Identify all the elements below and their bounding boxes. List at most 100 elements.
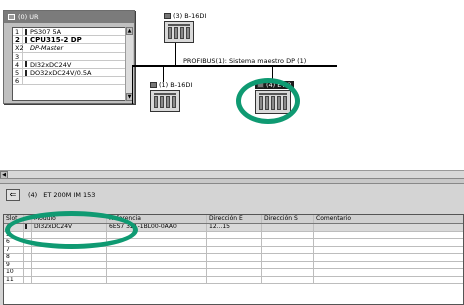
cell-reference [107,246,207,253]
cell-module [32,276,107,283]
cell-slot: 7 [4,246,24,253]
table-row[interactable]: 10 [4,269,463,277]
cell-slot: 11 [4,276,24,283]
cell-comment [314,224,463,231]
cell-input-address [207,269,262,276]
cell-output-address [262,231,314,238]
table-row[interactable]: 8 [4,254,463,262]
cell-marker [24,269,32,276]
rack-slot-row[interactable]: 1 PS307 5A [13,28,129,37]
cell-input-address [207,246,262,253]
dp-slave-node-3[interactable]: (3) B-16DI [164,12,206,43]
cell-input-address [207,239,262,246]
cell-module [32,261,107,268]
slot-module [28,53,129,60]
cell-comment [314,239,463,246]
highlight-circle [5,211,138,249]
cell-module [32,269,107,276]
central-rack-window[interactable]: (0) UR 1 PS307 5A 2 CPU315-2 DP X2 DP-Ma… [3,10,135,104]
cell-marker [24,276,32,283]
rack-slot-table: 1 PS307 5A 2 CPU315-2 DP X2 DP-Master 3 [12,27,130,101]
bus-drop-line [163,66,164,82]
rack-icon [8,14,15,20]
rack-slot-row[interactable]: 5 DO32xDC24V/0.5A [13,68,129,78]
cell-input-address [207,254,262,261]
hardware-config-window: (0) UR 1 PS307 5A 2 CPU315-2 DP X2 DP-Ma… [0,0,464,305]
cell-comment [314,262,463,269]
rack-slot-row[interactable]: 6 [13,77,129,86]
rack-slot-row[interactable]: 2 CPU315-2 DP [13,36,129,45]
slot-module: CPU315-2 DP [30,36,82,45]
cell-slot: 10 [4,269,24,276]
cell-marker [24,254,32,261]
station-title: (4) ET 200M IM 153 [28,191,95,199]
station-name: ET 200M IM 153 [43,191,96,199]
cell-comment [314,277,463,284]
cell-output-address [262,224,314,231]
node-label: (3) B-16DI [164,12,206,20]
slot-module [28,77,129,84]
io-device-icon [150,90,180,112]
slot-number: X2 [15,44,24,53]
dp-slave-node-1[interactable]: (1) B-16DI [150,81,192,112]
master-drop-line [132,66,133,104]
cell-output-address [262,254,314,261]
cell-marker [24,246,32,253]
rack-slot-row[interactable]: 4 DI32xDC24V [13,60,129,69]
rack-slot-row[interactable]: X2 DP-Master [13,44,129,53]
slot-number: 1 [13,28,23,36]
cell-input-address [207,231,262,238]
station-slot-ref: (4) [28,191,38,199]
node-label: (1) B-16DI [150,81,192,89]
node-1-name: (1) B-16DI [159,81,193,89]
cell-output-address [262,276,314,283]
table-row[interactable]: 11 [4,276,463,284]
cell-input-address [207,261,262,268]
col-comment[interactable]: Comentario [314,215,463,223]
scroll-up-icon[interactable]: ▲ [126,27,133,35]
highlight-circle [236,78,300,124]
station-header: ⇐ (4) ET 200M IM 153 [0,184,464,206]
rack-title-bar[interactable]: (0) UR [4,11,134,23]
cell-comment [314,254,463,261]
cell-output-address [262,239,314,246]
cell-marker [24,261,32,268]
canvas-horizontal-scrollbar[interactable]: ◀ [0,170,464,179]
io-module-icon [150,82,157,88]
cell-slot: 9 [4,261,24,268]
col-input-address[interactable]: Dirección E [207,215,262,223]
cell-reference [107,276,207,283]
cell-output-address [262,269,314,276]
cell-comment [314,247,463,254]
cell-input-address [207,276,262,283]
io-module-icon [164,13,171,19]
cell-output-address [262,246,314,253]
cell-reference [107,261,207,268]
slot-number: 4 [13,60,23,68]
cell-reference [107,269,207,276]
cell-slot: 8 [4,254,24,261]
profibus-label: PROFIBUS(1): Sistema maestro DP (1) [183,57,307,65]
slot-module: PS307 5A [30,28,62,36]
left-arrow-icon[interactable]: ⇐ [6,189,20,201]
slot-number: 5 [13,68,23,77]
cell-input-address: 12...15 [207,224,262,231]
cell-reference [107,254,207,261]
slot-number: 2 [13,36,23,44]
col-output-address[interactable]: Dirección S [262,215,314,223]
rack-title: (0) UR [18,13,39,21]
cell-comment [314,232,463,239]
node-3-name: (3) B-16DI [173,12,207,20]
rack-slot-row[interactable]: 3 [13,52,129,61]
cell-comment [314,269,463,276]
station-detail-panel: ⇐ (4) ET 200M IM 153 Slot Módulo Referen… [0,184,464,305]
io-device-icon [164,21,194,43]
table-row[interactable]: 9 [4,261,463,269]
slot-number: 3 [13,52,23,60]
cell-output-address [262,261,314,268]
slot-module: DO32xDC24V/0.5A [30,68,92,77]
cell-module [32,254,107,261]
network-canvas[interactable]: (0) UR 1 PS307 5A 2 CPU315-2 DP X2 DP-Ma… [0,0,464,179]
slot-number: 6 [13,77,23,85]
slot-module: DP-Master [30,44,64,53]
